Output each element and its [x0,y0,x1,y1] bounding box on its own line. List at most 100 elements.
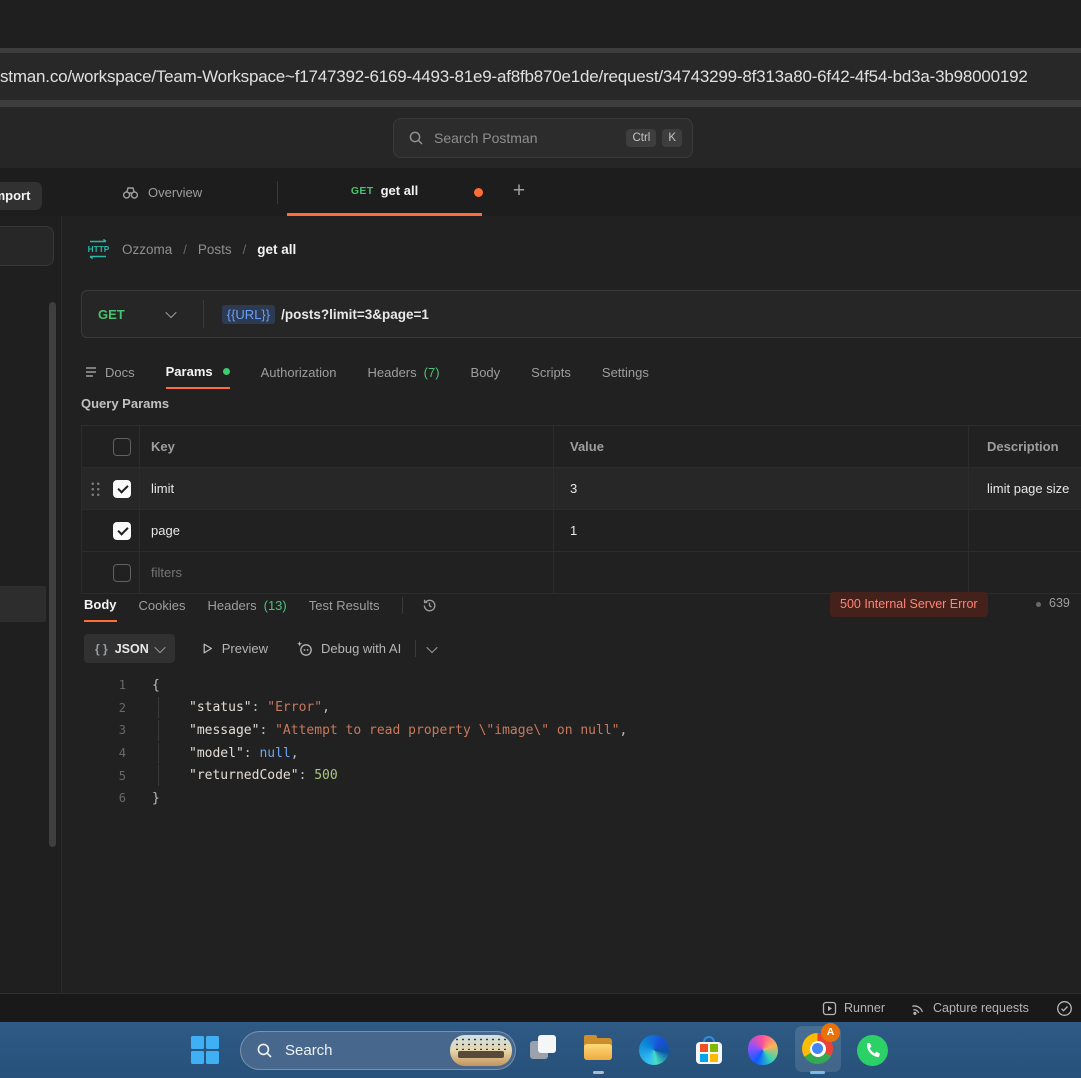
preview-button[interactable]: Preview [201,641,268,656]
row-checkbox-cell[interactable] [82,468,140,509]
tab-settings[interactable]: Settings [602,355,649,389]
taskbar-search-label: Search [285,1042,450,1059]
breadcrumb-separator: / [183,242,187,257]
param-value-cell[interactable]: 1 [554,510,969,551]
code-line: 4"model": null, [81,742,1061,765]
tab-divider [277,181,278,204]
format-label: JSON [115,642,149,656]
param-checkbox[interactable] [113,480,131,498]
browser-bookmarks-strip [0,100,1081,107]
param-key-cell[interactable]: page [140,510,554,551]
cookies-status-button[interactable] [1056,994,1073,1022]
method-selector[interactable]: GET [98,307,125,322]
response-tab-test-results-label: Test Results [309,598,380,613]
response-tab-cookies[interactable]: Cookies [139,589,186,622]
active-app-indicator [810,1071,825,1074]
response-tab-test-results[interactable]: Test Results [309,589,380,622]
response-tab-headers[interactable]: Headers (13) [207,589,286,622]
chrome-icon[interactable]: A [795,1026,841,1072]
param-description-cell[interactable] [969,552,1081,593]
select-all-checkbox[interactable] [113,438,131,456]
file-explorer-icon[interactable] [583,1035,613,1065]
tab-params[interactable]: Params [166,355,230,389]
microsoft-store-icon[interactable] [694,1035,724,1065]
param-description-cell[interactable]: limit page size [969,468,1081,509]
capture-requests-button[interactable]: Capture requests [910,994,1029,1022]
whatsapp-icon[interactable] [857,1035,888,1066]
row-checkbox-cell[interactable] [82,510,140,551]
sidebar-search-box[interactable] [0,226,54,266]
breadcrumb-request: get all [257,242,296,257]
tab-authorization[interactable]: Authorization [261,355,337,389]
task-view-icon[interactable] [530,1035,560,1065]
param-description-cell[interactable] [969,510,1081,551]
search-input[interactable]: Search Postman Ctrl K [393,118,693,158]
format-dropdown[interactable]: { } JSON [84,634,175,663]
breadcrumb-separator: / [243,242,247,257]
url-variable-chip[interactable]: {{URL}} [222,305,275,324]
response-tab-body[interactable]: Body [84,589,117,622]
response-time: 639 [1049,596,1070,610]
tab-docs[interactable]: Docs [84,355,135,389]
tab-headers[interactable]: Headers (7) [368,355,440,389]
breadcrumb-collection[interactable]: Posts [198,242,232,257]
history-icon[interactable] [421,597,438,614]
page-url[interactable]: stman.co/workspace/Team-Workspace~f17473… [0,53,1081,100]
shortcut-k-key: K [662,129,682,147]
drag-handle-icon[interactable] [90,481,101,496]
sidebar-selected-item[interactable] [0,586,46,622]
column-header-value: Value [554,426,969,467]
postman-header: Search Postman Ctrl K [0,107,1081,168]
runner-label: Runner [844,1001,885,1015]
capture-requests-label: Capture requests [933,1001,1029,1015]
row-checkbox-cell[interactable] [82,552,140,593]
browser-address-bar[interactable]: stman.co/workspace/Team-Workspace~f17473… [0,53,1081,100]
response-tabs-divider [402,597,403,614]
toolbar-divider [415,640,416,657]
windows-taskbar: Search A [0,1022,1081,1078]
param-checkbox[interactable] [113,564,131,582]
status-badge: 500 Internal Server Error [830,592,988,617]
url-input[interactable]: /posts?limit=3&page=1 [281,307,429,322]
param-value-cell[interactable]: 3 [554,468,969,509]
table-row: page 1 [82,510,1081,552]
tab-docs-label: Docs [105,365,135,380]
query-params-title: Query Params [81,396,169,411]
param-key-cell[interactable]: filters [140,552,554,593]
chevron-down-icon[interactable] [427,641,438,652]
http-request-icon: HTTP [86,237,111,261]
search-icon [256,1042,273,1059]
header-checkbox-cell[interactable] [82,426,140,467]
sidebar-scrollbar[interactable] [49,302,56,847]
code-line: 3"message": "Attempt to read property \"… [81,719,1061,742]
new-tab-button[interactable]: + [506,179,532,205]
table-row: limit 3 limit page size [82,468,1081,510]
table-header-row: Key Value Description [82,426,1081,468]
param-key-cell[interactable]: limit [140,468,554,509]
query-params-table: Key Value Description limit 3 limit page… [81,425,1081,594]
code-line: 1{ [81,674,1061,697]
breadcrumb-workspace[interactable]: Ozzoma [122,242,172,257]
runner-button[interactable]: Runner [822,994,885,1022]
response-body-editor[interactable]: 1{2"status": "Error",3"message": "Attemp… [81,674,1061,810]
param-checkbox[interactable] [113,522,131,540]
param-value-cell[interactable] [554,552,969,593]
tab-overview[interactable]: Overview [122,168,202,216]
chevron-down-icon[interactable] [165,307,176,318]
builder-divider [203,300,204,328]
taskbar-search[interactable]: Search [240,1031,516,1070]
preview-label: Preview [222,641,268,656]
tab-get-all[interactable]: GET get all [287,168,482,216]
tab-scripts[interactable]: Scripts [531,355,571,389]
sidebar [0,216,62,993]
tab-body[interactable]: Body [471,355,501,389]
tab-scripts-label: Scripts [531,365,571,380]
debug-with-ai-button[interactable]: Debug with AI [296,640,401,657]
search-highlight-image[interactable] [450,1035,512,1066]
copilot-icon[interactable] [748,1035,778,1065]
edge-browser-icon[interactable] [639,1035,669,1065]
start-button[interactable] [191,1036,219,1064]
play-outline-icon [201,642,214,655]
import-button[interactable]: Import [0,182,42,210]
response-tabs: Body Cookies Headers (13) Test Results [84,589,438,622]
